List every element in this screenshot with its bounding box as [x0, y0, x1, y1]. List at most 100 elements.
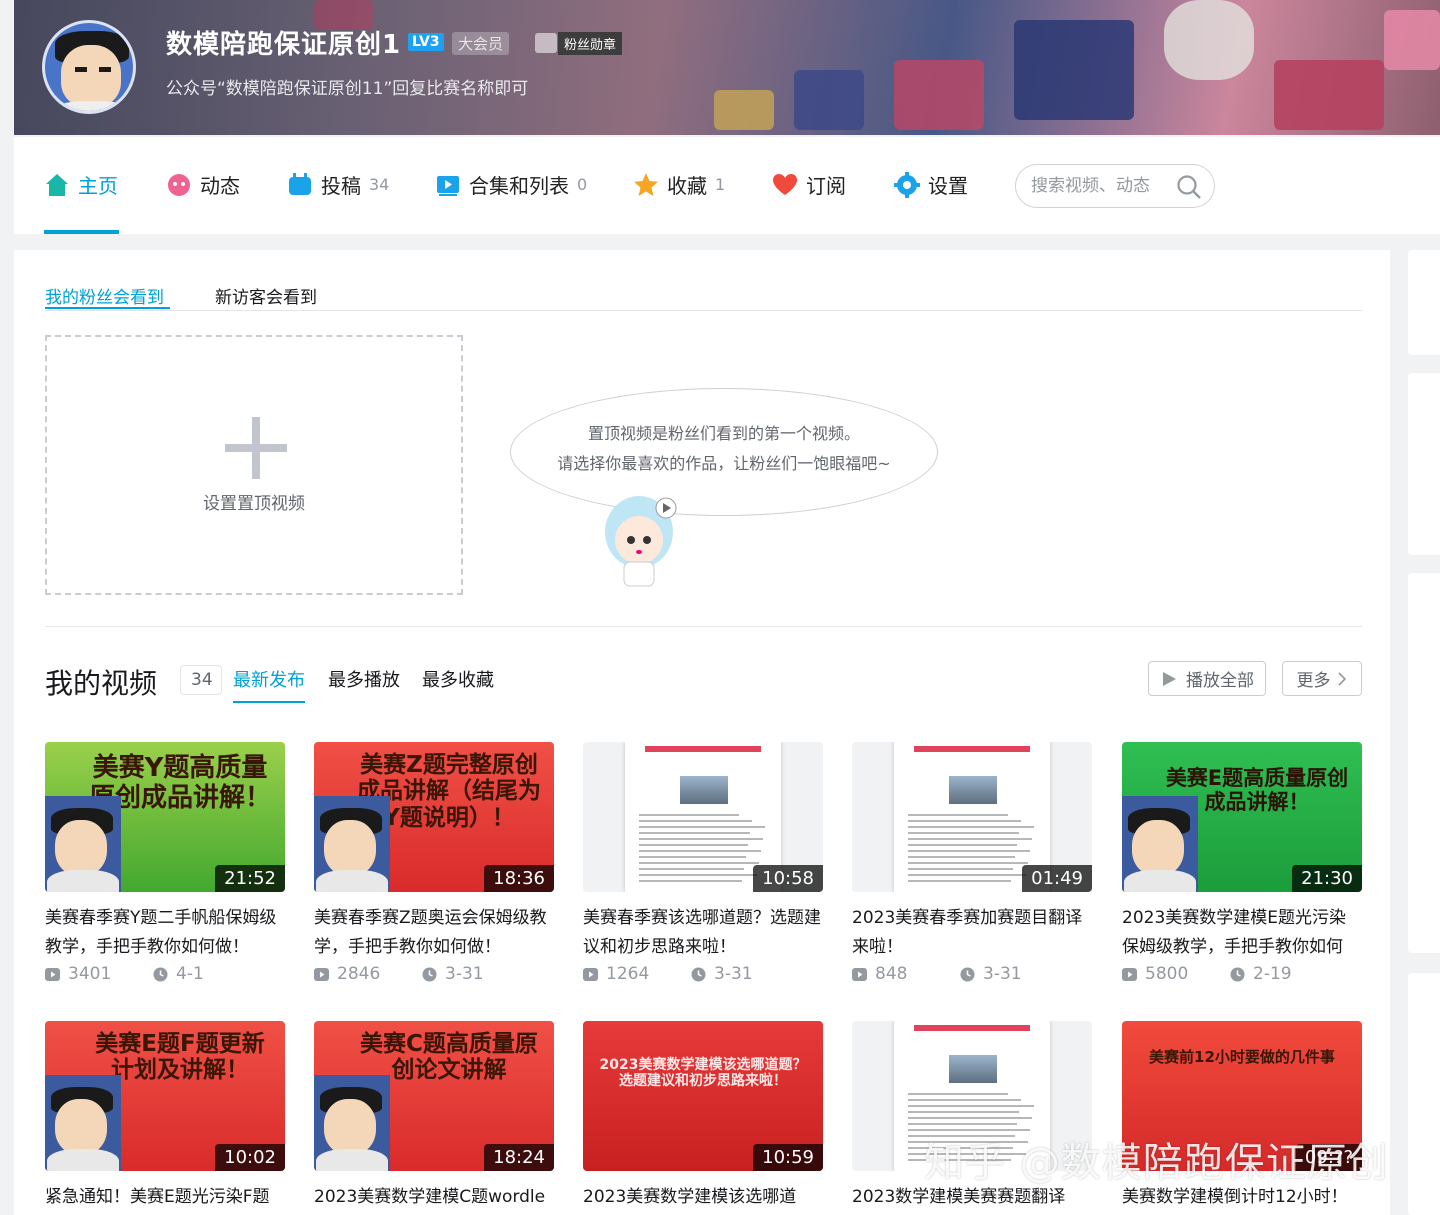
video-thumbnail[interactable]: 美赛E题F题更新计划及讲解！ 10:02 — [45, 1021, 285, 1171]
video-title[interactable]: 2023美赛数学建模E题光污染保姆级教学，手把手教你如何 — [1122, 904, 1362, 962]
play-count-icon — [314, 967, 329, 981]
avatar-illustration — [314, 1075, 390, 1171]
active-tab-indicator — [45, 307, 170, 309]
thumbnail-text: 美赛前12小时要做的几件事 — [1149, 1048, 1335, 1066]
search-box[interactable] — [1015, 164, 1215, 208]
play-count-icon — [1122, 967, 1137, 981]
play-count: 848 — [875, 964, 908, 984]
video-thumbnail[interactable]: 美赛E题高质量原创成品讲解！ 21:30 — [1122, 742, 1362, 892]
heart-icon — [773, 173, 797, 195]
upload-date: 4-1 — [176, 964, 204, 984]
play-all-label: 播放全部 — [1186, 671, 1254, 691]
set-pinned-label: 设置置顶视频 — [203, 494, 305, 514]
video-duration: 21:30 — [1292, 865, 1362, 892]
video-card[interactable]: 美赛Y题高质量原创成品讲解！ 21:52 美赛春季赛Y题二手帆船保姆级教学，手把手教… — [45, 742, 285, 984]
nav-dynamic[interactable]: 动态 — [166, 170, 240, 199]
user-sign[interactable]: 公众号“数模陪跑保证原创11”回复比赛名称即可 — [166, 74, 528, 99]
nav-label: 投稿 — [321, 174, 361, 198]
video-duration: 18:36 — [484, 865, 554, 892]
video-thumbnail[interactable]: 10:58 — [583, 742, 823, 892]
fan-badge[interactable]: 粉丝勋章 — [558, 32, 623, 55]
video-duration: 18:24 — [484, 1144, 554, 1171]
nav-label: 主页 — [78, 174, 118, 198]
vip-badge[interactable]: 大会员 — [452, 32, 510, 55]
tab-fans-see[interactable]: 我的粉丝会看到 — [45, 283, 164, 308]
play-count: 5800 — [1145, 964, 1189, 984]
video-thumbnail[interactable]: 2023美赛数学建模该选哪道题？ 选题建议和初步思路来啦！ 10:59 — [583, 1021, 823, 1171]
more-label: 更多 — [1296, 671, 1331, 691]
video-title[interactable]: 2023美赛数学建模C题wordle — [314, 1183, 554, 1215]
nav-count: 1 — [715, 175, 726, 194]
search-input[interactable] — [1031, 176, 1171, 196]
upload-date: 3-31 — [445, 964, 484, 984]
video-title[interactable]: 2023美赛春季赛加赛题目翻译来啦！ — [852, 904, 1092, 962]
main-panel: 我的粉丝会看到 新访客会看到 设置置顶视频 置顶视频是粉丝们看到的第一个视频。 … — [14, 250, 1390, 1215]
play-count: 2846 — [337, 964, 381, 984]
bubble-line2: 请选择你最喜欢的作品，让粉丝们一饱眼福吧~ — [557, 454, 891, 473]
clock-icon — [960, 967, 975, 981]
search-icon[interactable] — [1176, 174, 1202, 200]
video-thumbnail[interactable]: 美赛Y题高质量原创成品讲解！ 21:52 — [45, 742, 285, 892]
avatar-illustration — [45, 796, 121, 892]
user-avatar[interactable] — [42, 20, 136, 114]
video-card[interactable]: 美赛C题高质量原创论文讲解 18:24 2023美赛数学建模C题wordle — [314, 1021, 554, 1215]
nav-count: 34 — [369, 175, 390, 194]
star-icon — [634, 172, 658, 196]
video-thumbnail[interactable]: 美赛C题高质量原创论文讲解 18:24 — [314, 1021, 554, 1171]
video-title[interactable]: 2023美赛数学建模该选哪道 — [583, 1183, 823, 1215]
play-icon — [1163, 671, 1176, 686]
video-title[interactable]: 美赛春季赛Z题奥运会保姆级教学，手把手教你如何做！ — [314, 904, 554, 962]
video-title[interactable]: 紧急通知！美赛E题光污染F题 — [45, 1183, 285, 1215]
divider — [45, 626, 1362, 627]
profile-banner — [14, 0, 1440, 135]
nav-favorites[interactable]: 收藏 1 — [633, 170, 725, 199]
more-button[interactable]: 更多 — [1282, 661, 1362, 696]
play-count-icon — [583, 967, 598, 981]
tv-icon — [289, 172, 311, 195]
tab-new-visitors-see[interactable]: 新访客会看到 — [215, 283, 317, 308]
avatar-illustration — [45, 1075, 121, 1171]
video-title[interactable]: 美赛春季赛Y题二手帆船保姆级教学，手把手教你如何做！ — [45, 904, 285, 962]
video-duration: 01:49 — [1022, 865, 1092, 892]
play-count: 1264 — [606, 964, 650, 984]
play-all-button[interactable]: 播放全部 — [1148, 661, 1266, 696]
sort-most-played[interactable]: 最多播放 — [328, 666, 400, 692]
nav-settings[interactable]: 设置 — [894, 170, 968, 199]
speech-bubble: 置顶视频是粉丝们看到的第一个视频。 请选择你最喜欢的作品，让粉丝们一饱眼福吧~ — [510, 388, 938, 516]
video-meta: 5800 2-19 — [1122, 964, 1362, 984]
clock-icon — [691, 967, 706, 981]
level-badge: LV3 — [408, 33, 444, 51]
active-tab-indicator — [44, 230, 119, 234]
upload-date: 3-31 — [714, 964, 753, 984]
divider — [45, 310, 1362, 311]
upload-date: 3-31 — [983, 964, 1022, 984]
video-duration: 21:52 — [215, 865, 285, 892]
set-pinned-video-button[interactable]: 设置置顶视频 — [45, 335, 463, 595]
video-thumbnail[interactable]: 01:49 — [852, 742, 1092, 892]
video-card[interactable]: 美赛E题F题更新计划及讲解！ 10:02 紧急通知！美赛E题光污染F题 — [45, 1021, 285, 1215]
sort-latest[interactable]: 最新发布 — [233, 666, 305, 692]
nav-collections[interactable]: 合集和列表 0 — [435, 170, 587, 199]
video-thumbnail[interactable]: 美赛Z题完整原创成品讲解（结尾为Y题说明）！ 18:36 — [314, 742, 554, 892]
watermark: 知乎 @数模陪跑保证原创 — [924, 1140, 1389, 1186]
nav-home[interactable]: 主页 — [44, 170, 118, 199]
fan-badge-icon — [535, 33, 557, 53]
clock-icon — [1230, 967, 1245, 981]
home-icon — [46, 173, 68, 196]
sort-most-favorited[interactable]: 最多收藏 — [422, 666, 494, 692]
video-card[interactable]: 美赛Z题完整原创成品讲解（结尾为Y题说明）！ 18:36 美赛春季赛Z题奥运会保姆级… — [314, 742, 554, 984]
video-duration: 10:58 — [753, 865, 823, 892]
video-card[interactable]: 美赛E题高质量原创成品讲解！ 21:30 2023美赛数学建模E题光污染保姆级教学，… — [1122, 742, 1362, 984]
flower-icon — [168, 173, 190, 196]
play-count: 3401 — [68, 964, 112, 984]
profile-nav: 主页 动态 投稿 34 合集和列表 0 收藏 1 订阅 设置 — [14, 137, 1440, 234]
clock-icon — [422, 967, 437, 981]
video-card[interactable]: 10:58 美赛春季赛该选哪道题？选题建议和初步思路来啦！ 1264 3-31 — [583, 742, 823, 984]
nav-subscriptions[interactable]: 订阅 — [772, 170, 846, 199]
video-card[interactable]: 01:49 2023美赛春季赛加赛题目翻译来啦！ 848 3-31 — [852, 742, 1092, 984]
mascot-illustration — [605, 496, 677, 587]
chevron-right-icon — [1337, 671, 1346, 686]
video-title[interactable]: 美赛春季赛该选哪道题？选题建议和初步思路来啦！ — [583, 904, 823, 962]
nav-uploads[interactable]: 投稿 34 — [287, 170, 389, 199]
video-card[interactable]: 2023美赛数学建模该选哪道题？ 选题建议和初步思路来啦！ 10:59 2023美赛… — [583, 1021, 823, 1215]
